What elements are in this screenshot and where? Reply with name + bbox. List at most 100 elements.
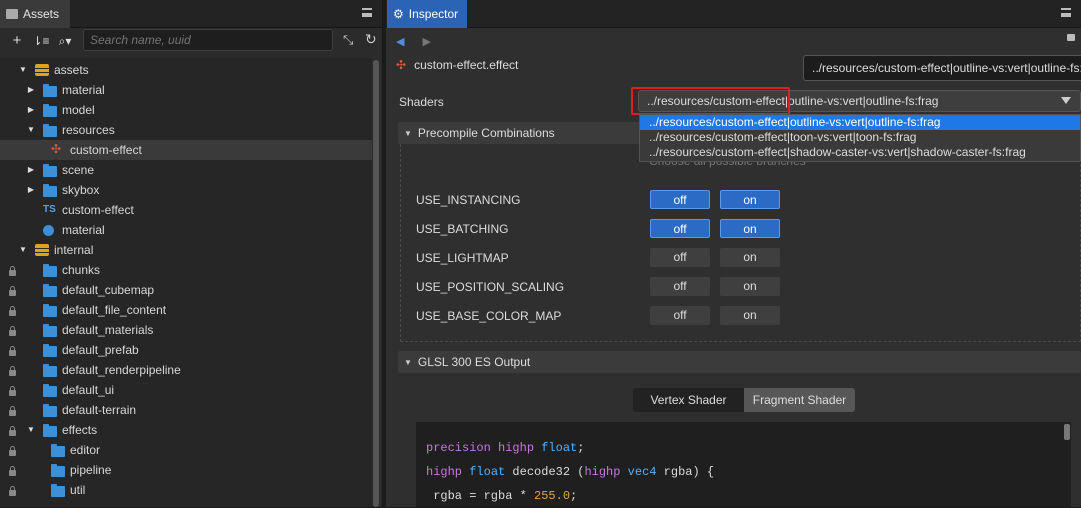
chevron-right-icon[interactable]: ▶ [26, 105, 36, 115]
tree-item-label: default_cubemap [62, 283, 155, 297]
chevron-down-icon[interactable]: ▼ [18, 245, 28, 255]
macro-on-button[interactable]: on [720, 248, 780, 267]
search-box[interactable] [83, 29, 333, 51]
tree-item[interactable]: pipeline [0, 460, 372, 480]
back-arrow-icon[interactable]: ◀ [396, 35, 404, 48]
tab-fragment-shader[interactable]: Fragment Shader [744, 388, 855, 412]
file-name: custom-effect.effect [414, 58, 519, 72]
macro-on-button[interactable]: on [720, 306, 780, 325]
tree-item[interactable]: chunks [0, 260, 372, 280]
tree-item[interactable]: editor [0, 440, 372, 460]
tree-item[interactable]: ✣ custom-effect [0, 140, 372, 160]
lock-icon [9, 346, 16, 356]
shader-option[interactable]: ../resources/custom-effect|toon-vs:vert|… [640, 130, 1080, 145]
tree-item[interactable]: ▶ skybox [0, 180, 372, 200]
tree-item[interactable]: ▶ material [0, 80, 372, 100]
assets-menu-icon[interactable] [362, 8, 372, 17]
code-scrollbar[interactable] [1064, 424, 1070, 440]
folder-icon [51, 444, 65, 457]
gear-icon: ⚙ [393, 7, 404, 21]
macro-off-button[interactable]: off [650, 190, 710, 209]
chevron-down-icon[interactable]: ▼ [26, 125, 36, 135]
chevron-down-icon [1061, 97, 1071, 104]
folder-icon [43, 424, 57, 437]
tree-item[interactable]: util [0, 480, 372, 500]
folder-icon [43, 124, 57, 137]
tree-item-label: material [62, 83, 105, 97]
tree-item[interactable]: ▶ model [0, 100, 372, 120]
search-input[interactable] [90, 33, 332, 47]
folder-icon [43, 164, 57, 177]
lock-icon [9, 426, 16, 436]
tree-item[interactable]: ▼ assets [0, 60, 372, 80]
tree-item[interactable]: default_renderpipeline [0, 360, 372, 380]
chevron-down-icon[interactable]: ▼ [18, 65, 28, 75]
inspector-menu-icon[interactable] [1061, 8, 1071, 17]
typescript-icon: TS [43, 204, 56, 215]
refresh-icon[interactable]: ↻ [365, 31, 377, 48]
macro-off-button[interactable]: off [650, 219, 710, 238]
assets-scrollbar[interactable] [373, 60, 379, 507]
macro-on-button[interactable]: on [720, 219, 780, 238]
tree-item-label: material [62, 223, 105, 237]
precompile-title: Precompile Combinations [417, 126, 555, 140]
lock-icon[interactable] [1067, 34, 1075, 41]
folder-icon [43, 284, 57, 297]
macro-on-button[interactable]: on [720, 190, 780, 209]
macro-label: USE_LIGHTMAP [416, 251, 509, 265]
macro-off-button[interactable]: off [650, 277, 710, 296]
macro-off-button[interactable]: off [650, 306, 710, 325]
tree-item-label: assets [54, 63, 89, 77]
chevron-down-icon[interactable]: ▼ [26, 425, 36, 435]
tab-vertex-shader[interactable]: Vertex Shader [633, 388, 744, 412]
tree-item[interactable]: default_prefab [0, 340, 372, 360]
effect-icon: ✣ [51, 142, 62, 156]
assets-tabbar: Assets [0, 0, 382, 28]
lock-icon [9, 286, 16, 296]
lock-icon [9, 386, 16, 396]
assets-tab[interactable]: Assets [0, 0, 70, 28]
file-header: ✣ custom-effect.effect [396, 58, 518, 72]
lock-icon [9, 486, 16, 496]
shader-tooltip: ../resources/custom-effect|outline-vs:ve… [803, 55, 1081, 81]
effect-icon: ✣ [396, 58, 407, 72]
tree-item[interactable]: ▼ effects [0, 420, 372, 440]
collapse-icon[interactable]: ⤡ [343, 32, 353, 48]
tree-item-label: resources [62, 123, 115, 137]
sort-icon[interactable]: ⇂≡ [32, 31, 50, 51]
glsl-section-header[interactable]: ▼ GLSL 300 ES Output [398, 351, 1081, 373]
tree-item[interactable]: default_ui [0, 380, 372, 400]
tree-item-label: effects [62, 423, 98, 437]
tree-item[interactable]: TS custom-effect [0, 200, 372, 220]
inspector-tab[interactable]: ⚙ Inspector [387, 0, 467, 28]
tree-item-label: internal [54, 243, 94, 257]
shader-code-view[interactable]: precision highp float; highp float decod… [416, 422, 1071, 507]
database-icon [35, 244, 49, 256]
tree-item-label: scene [62, 163, 95, 177]
tree-item[interactable]: ▼ resources [0, 120, 372, 140]
shader-option[interactable]: ../resources/custom-effect|shadow-caster… [640, 145, 1080, 160]
folder-icon [43, 184, 57, 197]
search-filter-icon[interactable]: ⌕▾ [56, 31, 74, 51]
asset-tree: ▼ assets ▶ material ▶ model ▼ resources ✣ custom-… [0, 58, 372, 507]
tree-item[interactable]: material [0, 220, 372, 240]
forward-arrow-icon[interactable]: ▶ [422, 35, 430, 48]
shader-option[interactable]: ../resources/custom-effect|outline-vs:ve… [640, 115, 1080, 130]
chevron-right-icon[interactable]: ▶ [26, 165, 36, 175]
tree-item[interactable]: ▼ internal [0, 240, 372, 260]
macro-on-button[interactable]: on [720, 277, 780, 296]
tree-item-label: default_ui [62, 383, 115, 397]
tree-item[interactable]: default_materials [0, 320, 372, 340]
tree-item[interactable]: default-terrain [0, 400, 372, 420]
tree-item-label: default-terrain [62, 403, 137, 417]
macro-off-button[interactable]: off [650, 248, 710, 267]
tree-item[interactable]: default_file_content [0, 300, 372, 320]
chevron-right-icon[interactable]: ▶ [26, 185, 36, 195]
folder-icon [43, 104, 57, 117]
add-icon[interactable]: + [8, 31, 26, 51]
tree-item[interactable]: ▶ scene [0, 160, 372, 180]
chevron-right-icon[interactable]: ▶ [26, 85, 36, 95]
history-nav: ◀ ▶ [386, 28, 1081, 54]
folder-icon [43, 384, 57, 397]
tree-item[interactable]: default_cubemap [0, 280, 372, 300]
